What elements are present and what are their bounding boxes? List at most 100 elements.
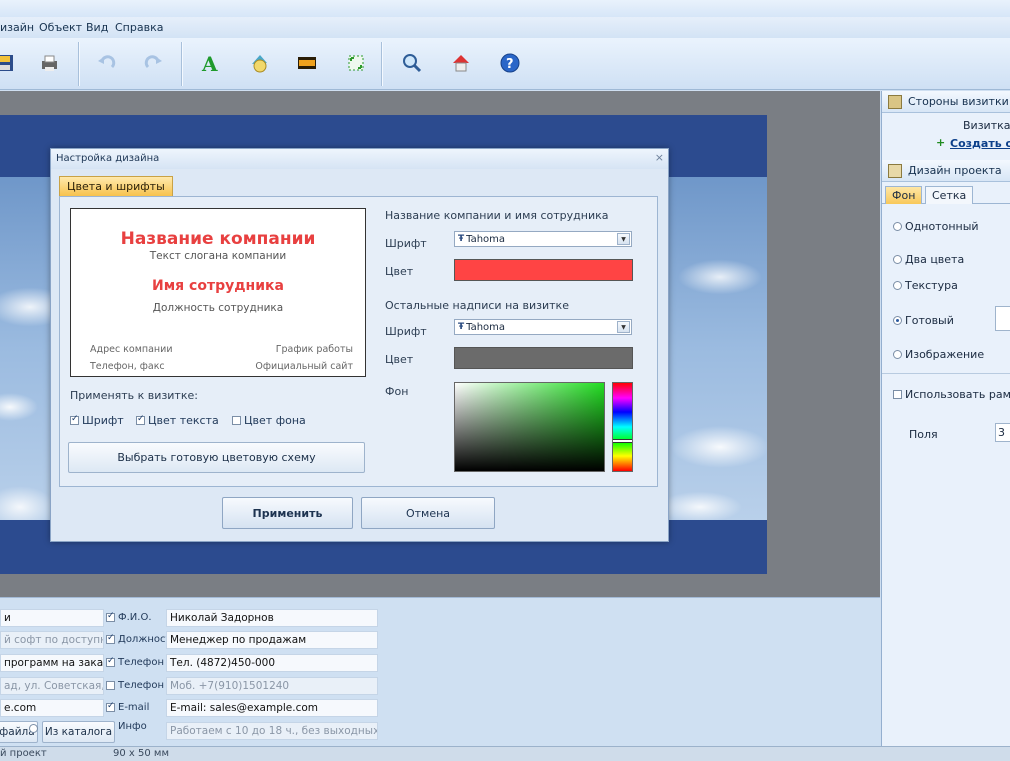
option-texture[interactable]: Текстура (893, 279, 958, 292)
radio-solid[interactable] (893, 222, 902, 231)
redo-icon[interactable] (141, 50, 167, 76)
left-field-2[interactable]: й софт по доступным (0, 631, 104, 649)
color1-swatch[interactable] (454, 259, 633, 281)
phone2-checkbox[interactable] (106, 681, 115, 690)
ready-preview-thumb[interactable] (995, 306, 1010, 331)
info-input[interactable]: Работаем с 10 до 18 ч., без выходных (166, 722, 378, 740)
radio-ready[interactable] (893, 316, 902, 325)
phone1-input[interactable]: Тел. (4872)450-000 (166, 654, 378, 672)
radio-image[interactable] (893, 350, 902, 359)
email-checkbox[interactable] (106, 701, 115, 712)
help-icon[interactable]: ? (497, 50, 523, 76)
fit-icon[interactable] (343, 50, 369, 76)
text-icon[interactable]: A (197, 50, 223, 76)
svg-text:?: ? (506, 57, 514, 72)
font1-value: Tahoma (466, 233, 506, 245)
fio-label: Ф.И.О. (118, 612, 152, 623)
apply-text-color-option[interactable]: Цвет текста (136, 414, 219, 427)
hue-slider[interactable] (612, 382, 633, 472)
design-header[interactable]: Дизайн проекта (882, 160, 1010, 182)
phone1-checkbox[interactable] (106, 656, 115, 667)
position-input[interactable]: Менеджер по продажам (166, 631, 378, 649)
phone2-input[interactable]: Моб. +7(910)1501240 (166, 677, 378, 695)
design-tabs: Фон Сетка (882, 185, 1010, 204)
divider (882, 373, 1010, 374)
close-icon[interactable]: × (655, 151, 664, 164)
apply-bg-color-option[interactable]: Цвет фона (232, 414, 306, 427)
menu-help[interactable]: Справка (115, 21, 163, 34)
color-picker-field[interactable] (454, 382, 605, 472)
tab-colors-fonts[interactable]: Цвета и шрифты (59, 176, 173, 196)
apply-font-checkbox[interactable] (70, 414, 79, 425)
cancel-button[interactable]: Отмена (361, 497, 495, 529)
option-ready[interactable]: Готовый (893, 314, 954, 327)
use-frame-option[interactable]: Использовать рамк (893, 388, 1010, 401)
from-catalog-button[interactable]: Из каталога (42, 721, 115, 743)
fio-checkbox[interactable] (106, 611, 115, 622)
from-file-radio[interactable] (29, 724, 38, 733)
email-input[interactable]: E-mail: sales@example.com (166, 699, 378, 717)
apply-to-label: Применять к визитке: (70, 389, 198, 402)
left-field-3[interactable]: программ на заказ (0, 654, 104, 672)
font1-select[interactable]: Ŧ Tahoma ▼ (454, 231, 632, 247)
preview-name: Имя сотрудника (152, 278, 284, 294)
chevron-down-icon[interactable]: ▼ (617, 321, 630, 333)
apply-text-color-checkbox[interactable] (136, 414, 145, 425)
use-frame-label: Использовать рамк (905, 388, 1010, 401)
zoom-icon[interactable] (399, 50, 425, 76)
row-email[interactable]: E-mail (106, 701, 149, 713)
home-icon[interactable] (448, 50, 474, 76)
option-ready-label: Готовый (905, 314, 954, 327)
image-icon[interactable] (294, 50, 320, 76)
menu-design[interactable]: изайн (0, 21, 34, 34)
shapes-icon[interactable] (246, 50, 272, 76)
print-icon[interactable] (36, 50, 62, 76)
left-field-1[interactable]: и (0, 609, 104, 627)
row-phone1[interactable]: Телефон 1 (106, 656, 174, 668)
preview-phone: Телефон, факс (90, 361, 165, 372)
left-field-4[interactable]: ад, ул. Советская, д.6 (0, 677, 104, 695)
card-text-form: и й софт по доступным программ на заказ … (0, 597, 880, 746)
option-image[interactable]: Изображение (893, 348, 984, 361)
font2-select[interactable]: Ŧ Tahoma ▼ (454, 319, 632, 335)
apply-text-color-label: Цвет текста (148, 414, 219, 427)
fio-input[interactable]: Николай Задорнов (166, 609, 378, 627)
sides-header[interactable]: Стороны визитки (882, 91, 1010, 113)
choose-scheme-button[interactable]: Выбрать готовую цветовую схему (68, 442, 365, 473)
row-phone2[interactable]: Телефон 2 (106, 680, 174, 691)
position-checkbox[interactable] (106, 633, 115, 644)
font2-value: Tahoma (466, 321, 506, 333)
margins-label: Поля (909, 428, 938, 441)
menu-object[interactable]: Объект (39, 21, 82, 34)
radio-texture[interactable] (893, 281, 902, 290)
use-frame-checkbox[interactable] (893, 390, 902, 399)
tab-grid[interactable]: Сетка (925, 186, 974, 204)
color2-swatch[interactable] (454, 347, 633, 369)
save-icon[interactable] (0, 50, 18, 76)
apply-bg-color-label: Цвет фона (244, 414, 306, 427)
radio-two-colors[interactable] (893, 255, 902, 264)
apply-bg-color-checkbox[interactable] (232, 416, 241, 425)
apply-font-option[interactable]: Шрифт (70, 414, 124, 427)
create-side-link[interactable]: Создать о (950, 137, 1010, 150)
menu-bar: изайн Объект Вид Справка (0, 17, 1010, 38)
margins-input[interactable]: 3 (995, 423, 1010, 442)
chevron-down-icon[interactable]: ▼ (617, 233, 630, 245)
tab-background[interactable]: Фон (885, 186, 923, 204)
font2-label: Шрифт (385, 325, 427, 338)
font1-label: Шрифт (385, 237, 427, 250)
undo-icon[interactable] (93, 50, 119, 76)
design-settings-dialog: Настройка дизайна × Цвета и шрифты Назва… (50, 148, 669, 542)
apply-button[interactable]: Применить (222, 497, 353, 529)
font-type-icon: Ŧ (458, 234, 465, 244)
row-fio[interactable]: Ф.И.О. (106, 611, 152, 623)
option-two-colors[interactable]: Два цвета (893, 253, 964, 266)
option-solid[interactable]: Однотонный (893, 220, 979, 233)
window-titlebar (0, 0, 1010, 17)
menu-view[interactable]: Вид (86, 21, 108, 34)
left-field-5[interactable]: e.com (0, 699, 104, 717)
design-header-label: Дизайн проекта (908, 164, 1002, 177)
color2-label: Цвет (385, 353, 414, 366)
status-bar: й проект 90 x 50 мм (0, 746, 1010, 761)
design-icon (888, 163, 902, 178)
